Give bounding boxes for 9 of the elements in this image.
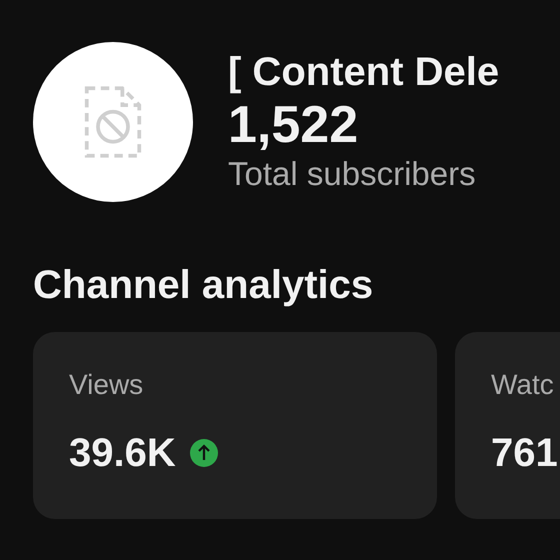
stat-value: 761 xyxy=(491,430,558,476)
stat-label: Watc xyxy=(491,368,555,402)
section-title: Channel analytics xyxy=(33,262,374,309)
broken-file-icon xyxy=(83,84,143,160)
stat-label: Views xyxy=(69,368,144,402)
stat-value: 39.6K xyxy=(69,430,176,476)
subscriber-count: 1,522 xyxy=(228,96,360,154)
subscriber-label: Total subscribers xyxy=(228,154,477,194)
channel-name: [ Content Dele xyxy=(228,49,500,96)
